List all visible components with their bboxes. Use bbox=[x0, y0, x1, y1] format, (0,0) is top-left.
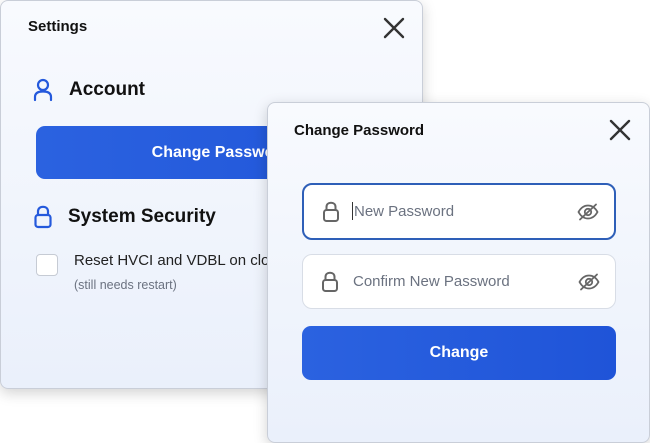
new-password-field[interactable] bbox=[302, 183, 616, 240]
account-heading: Account bbox=[69, 79, 145, 100]
change-password-dialog: Change Password Change bbox=[267, 102, 650, 443]
change-password-dialog-title: Change Password bbox=[294, 122, 425, 139]
eye-off-icon[interactable] bbox=[576, 200, 600, 224]
settings-title: Settings bbox=[28, 18, 88, 35]
eye-off-icon[interactable] bbox=[577, 270, 601, 294]
confirm-password-input[interactable] bbox=[353, 273, 577, 290]
system-security-section-header: System Security bbox=[34, 205, 216, 229]
lock-icon bbox=[34, 205, 52, 229]
reset-hvci-note: (still needs restart) bbox=[74, 278, 177, 292]
system-security-heading: System Security bbox=[68, 206, 216, 227]
reset-hvci-label: Reset HVCI and VDBL on close bbox=[74, 252, 286, 269]
close-icon bbox=[383, 17, 405, 39]
account-section-header: Account bbox=[33, 78, 145, 102]
change-password-close-button[interactable] bbox=[606, 116, 634, 144]
text-caret bbox=[352, 202, 353, 220]
close-icon bbox=[609, 119, 631, 141]
user-icon bbox=[33, 78, 53, 102]
change-submit-button[interactable]: Change bbox=[302, 326, 616, 380]
lock-icon bbox=[321, 271, 339, 293]
confirm-password-field[interactable] bbox=[302, 254, 616, 309]
settings-close-button[interactable] bbox=[380, 14, 408, 42]
new-password-input[interactable] bbox=[354, 203, 576, 220]
reset-hvci-checkbox[interactable] bbox=[36, 254, 58, 276]
lock-icon bbox=[322, 201, 340, 223]
